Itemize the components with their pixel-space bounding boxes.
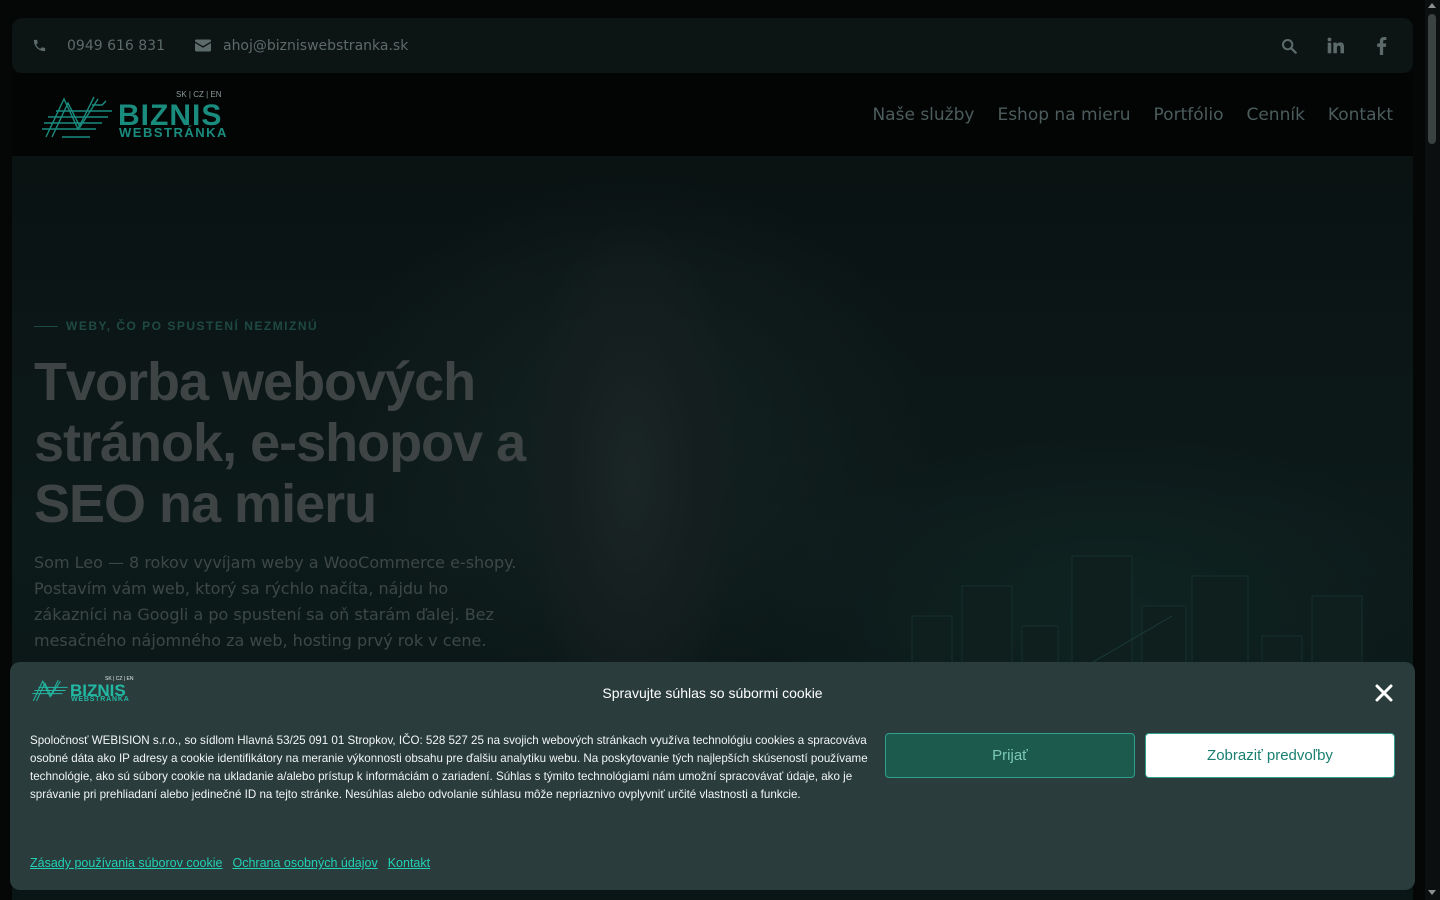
phone-icon: [33, 39, 46, 52]
main-nav: Naše služby Eshop na mieru Portfólio Cen…: [872, 73, 1393, 156]
cookie-links: Zásady používania súborov cookie Ochrana…: [30, 856, 430, 870]
facebook-icon[interactable]: [1371, 36, 1391, 56]
cookie-title: Spravujte súhlas so súbormi cookie: [602, 685, 823, 701]
nav-item-contact[interactable]: Kontakt: [1328, 105, 1393, 125]
accept-button[interactable]: Prijať: [885, 733, 1135, 778]
nav-item-services[interactable]: Naše služby: [872, 105, 974, 125]
cookie-policy-link[interactable]: Zásady používania súborov cookie: [30, 856, 222, 870]
linkedin-icon[interactable]: [1325, 36, 1345, 56]
cookie-text: Spoločnosť WEBISION s.r.o., so sídlom Hl…: [30, 734, 868, 801]
contact-link[interactable]: Kontakt: [388, 856, 430, 870]
email-contact[interactable]: ahoj@bizniswebstranka.sk: [194, 37, 409, 54]
top-contact-bar: 0949 616 831 ahoj@bizniswebstranka.sk: [12, 18, 1413, 73]
eyebrow-line: [34, 325, 58, 327]
hero-eyebrow: WEBY, ČO PO SPUSTENÍ NEZMIZNÚ: [34, 319, 318, 333]
close-icon[interactable]: [1375, 684, 1395, 704]
hero-description: Som Leo — 8 rokov vyvíjam weby a WooComm…: [34, 553, 517, 650]
envelope-icon: [194, 39, 211, 52]
phone-contact[interactable]: 0949 616 831: [32, 38, 165, 54]
logo-mark-icon: [42, 96, 112, 138]
scroll-up-arrow-icon[interactable]: [1428, 3, 1436, 8]
nav-item-eshop[interactable]: Eshop na mieru: [997, 105, 1130, 125]
scrollbar-thumb[interactable]: [1428, 14, 1436, 144]
scroll-down-arrow-icon[interactable]: [1428, 890, 1436, 895]
eyebrow-text: WEBY, ČO PO SPUSTENÍ NEZMIZNÚ: [66, 319, 319, 333]
nav-item-portfolio[interactable]: Portfólio: [1154, 105, 1224, 125]
search-icon[interactable]: [1279, 36, 1299, 56]
phone-number: 0949 616 831: [67, 37, 165, 54]
privacy-policy-link[interactable]: Ochrana osobných údajov: [232, 856, 377, 870]
site-header: SK | CZ | EN BIZNIS WEBSTRÁNKA Naše služ…: [12, 73, 1413, 156]
preferences-button[interactable]: Zobraziť predvoľby: [1145, 733, 1395, 778]
site-logo[interactable]: SK | CZ | EN BIZNIS WEBSTRÁNKA: [42, 87, 232, 143]
nav-item-pricing[interactable]: Cenník: [1246, 105, 1304, 125]
hero-title: Tvorba webových stránok, e-shopov a SEO …: [34, 352, 526, 534]
logo-languages: SK | CZ | EN: [176, 90, 222, 99]
logo-brand-sub: WEBSTRÁNKA: [119, 125, 228, 140]
email-address: ahoj@bizniswebstranka.sk: [222, 37, 409, 54]
page-scrollbar[interactable]: [1425, 0, 1440, 900]
cookie-consent-dialog: SK | CZ | EN BIZNIS WEBSTRÁNKA Spravujte…: [10, 662, 1415, 890]
